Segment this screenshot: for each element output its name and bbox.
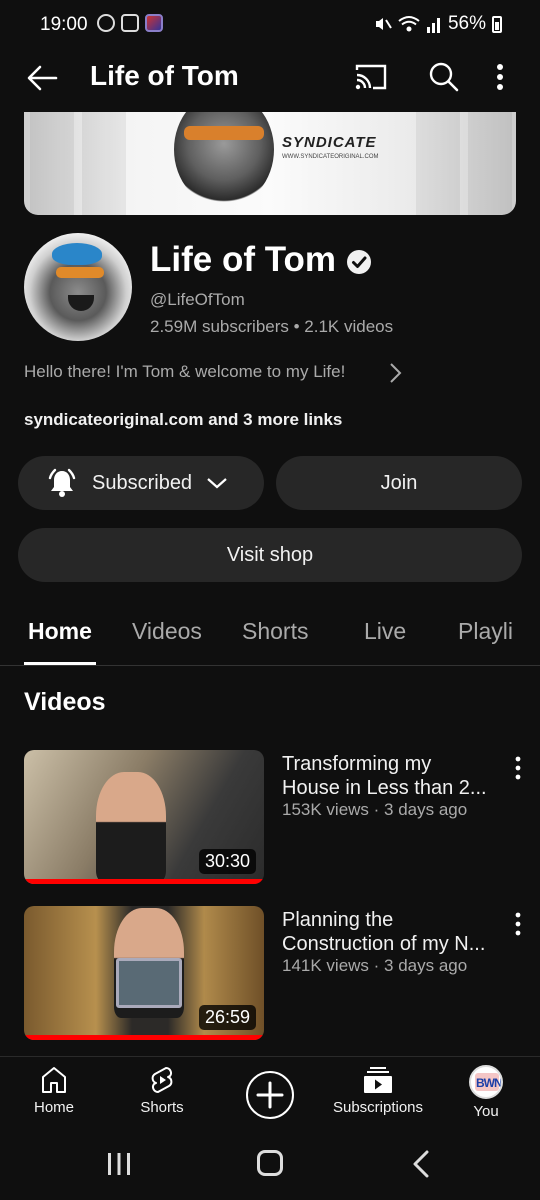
more-vert-icon[interactable] <box>514 756 522 780</box>
shorts-icon <box>151 1067 173 1093</box>
channel-tabs: Home Videos Shorts Live Playli <box>0 600 540 666</box>
search-icon[interactable] <box>428 61 460 93</box>
nav-subscriptions[interactable]: Subscriptions <box>328 1065 428 1116</box>
chevron-right-icon[interactable] <box>388 362 402 384</box>
battery-icon <box>492 15 502 33</box>
channel-description[interactable]: Hello there! I'm Tom & welcome to my Lif… <box>24 362 345 382</box>
watch-progress-bar <box>24 1035 264 1040</box>
more-vert-icon[interactable] <box>496 63 504 91</box>
profile-avatar: BWN <box>469 1065 503 1099</box>
nav-home[interactable]: Home <box>4 1065 104 1116</box>
video-title[interactable]: Planning the Construction of my N... <box>282 908 502 956</box>
visit-shop-label: Visit shop <box>226 543 314 566</box>
app-icon <box>145 14 163 32</box>
nav-shorts-label: Shorts <box>140 1099 184 1116</box>
visit-shop-button[interactable]: Visit shop <box>18 528 522 582</box>
chevron-down-icon <box>207 478 227 489</box>
tab-live[interactable]: Live <box>364 618 406 645</box>
verified-icon <box>347 250 371 274</box>
tab-videos[interactable]: Videos <box>132 618 202 645</box>
subscriptions-icon <box>364 1067 392 1093</box>
system-home-button[interactable] <box>257 1150 283 1176</box>
cast-icon[interactable] <box>354 63 388 91</box>
active-tab-indicator <box>24 662 96 665</box>
video-thumbnail[interactable]: 30:30 <box>24 750 264 884</box>
back-arrow-icon[interactable] <box>24 62 60 94</box>
join-label: Join <box>380 471 418 494</box>
section-title: Videos <box>24 688 106 716</box>
tab-home[interactable]: Home <box>28 618 92 645</box>
tab-playlists[interactable]: Playli <box>458 618 513 645</box>
banner-url: WWW.SYNDICATEORIGINAL.COM <box>282 154 379 160</box>
video-title[interactable]: Transforming my House in Less than 2... <box>282 752 502 800</box>
face-icon <box>121 14 139 32</box>
page-title: Life of Tom <box>90 60 239 91</box>
create-plus-icon <box>256 1081 284 1109</box>
more-vert-icon[interactable] <box>514 912 522 936</box>
battery-percent: 56% <box>447 13 486 34</box>
video-duration: 26:59 <box>198 1005 256 1030</box>
video-duration: 30:30 <box>198 849 256 874</box>
nav-subscriptions-label: Subscriptions <box>332 1099 424 1116</box>
channel-avatar[interactable] <box>24 233 132 341</box>
channel-banner: SYNDICATE WWW.SYNDICATEORIGINAL.COM <box>24 112 516 215</box>
signal-icon <box>426 18 440 33</box>
system-back-icon[interactable] <box>412 1150 430 1178</box>
app-bar: Life of Tom <box>0 50 540 106</box>
subscribed-button[interactable]: Subscribed <box>18 456 264 510</box>
bell-icon <box>48 468 76 497</box>
nav-you[interactable]: BWN You <box>436 1065 536 1120</box>
nav-home-label: Home <box>33 1099 74 1116</box>
join-button[interactable]: Join <box>276 456 522 510</box>
watch-progress-bar <box>24 879 264 884</box>
channel-handle: @LifeOfTom <box>150 290 245 309</box>
status-time: 19:00 <box>40 14 88 35</box>
home-icon <box>42 1067 66 1093</box>
bottom-nav: Home Shorts Subscriptions BWN You <box>0 1056 540 1128</box>
status-bar: 19:00 56% <box>0 0 540 50</box>
wifi-icon <box>398 16 420 32</box>
create-button[interactable] <box>246 1071 294 1119</box>
channel-links[interactable]: syndicateoriginal.com and 3 more links <box>24 410 342 430</box>
nav-shorts[interactable]: Shorts <box>112 1065 212 1116</box>
system-nav-bar <box>0 1128 540 1200</box>
video-meta: 153K views · 3 days ago <box>282 800 468 819</box>
threads-icon <box>97 14 115 32</box>
video-meta: 141K views · 3 days ago <box>282 956 468 975</box>
mute-icon <box>375 18 392 30</box>
video-thumbnail[interactable]: 26:59 <box>24 906 264 1040</box>
tab-shorts[interactable]: Shorts <box>242 618 308 645</box>
nav-you-label: You <box>473 1103 499 1120</box>
recents-icon[interactable] <box>106 1152 132 1176</box>
banner-brand: SYNDICATE <box>282 134 377 151</box>
video-item[interactable]: 30:30 Transforming my House in Less than… <box>0 750 540 884</box>
channel-name: Life of Tom <box>150 240 336 279</box>
video-item[interactable]: 26:59 Planning the Construction of my N.… <box>0 906 540 1040</box>
channel-stats: 2.59M subscribers • 2.1K videos <box>150 317 394 336</box>
subscribed-label: Subscribed <box>92 471 193 494</box>
